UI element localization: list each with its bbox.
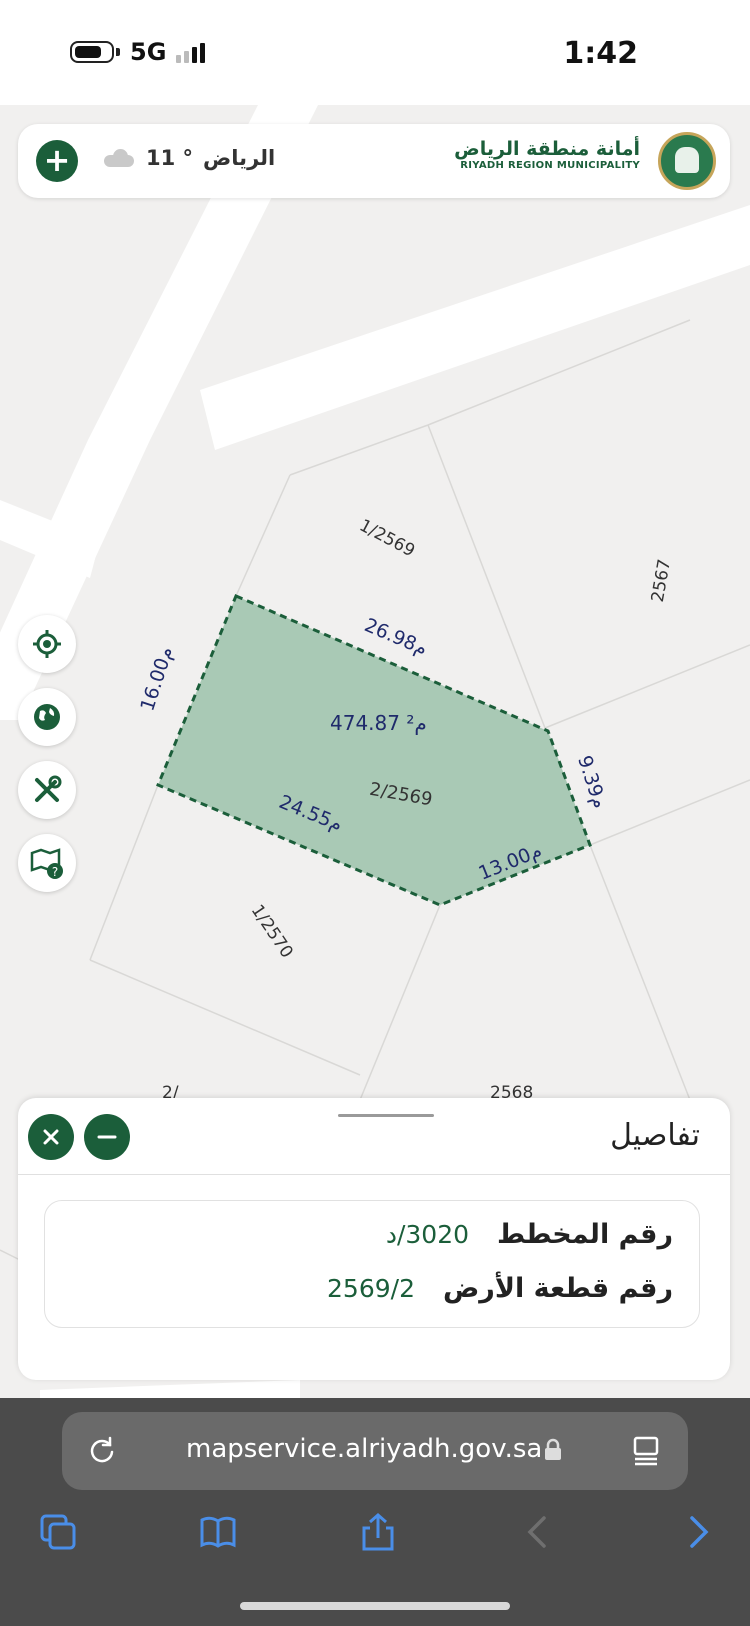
status-bar: 5G 1:42	[0, 0, 750, 105]
tabs-icon[interactable]	[38, 1512, 78, 1552]
globe-icon	[34, 704, 60, 730]
road-northeast	[200, 205, 750, 450]
weather-widget: 11 ° الرياض	[102, 146, 275, 170]
plot-row: رقم قطعة الأرض 2569/2	[327, 1273, 673, 1304]
url-text: mapservice.alriyadh.gov.sa	[186, 1434, 543, 1464]
cloud-icon	[102, 149, 136, 167]
network-type: 5G	[130, 38, 167, 66]
minimize-button[interactable]	[84, 1114, 130, 1160]
dim-right: 9.39م	[573, 753, 611, 811]
browser-chrome: mapservice.alriyadh.gov.sa	[0, 1398, 750, 1626]
tools-icon	[35, 775, 62, 802]
forward-icon[interactable]	[678, 1512, 718, 1552]
municipality-logo	[658, 132, 716, 190]
brand-name-ar: أمانة منطقة الرياض	[454, 138, 640, 160]
battery-cap	[116, 48, 120, 56]
details-sheet: تفاصيل رقم المخطط 3020/د رقم قطعة الأرض …	[18, 1098, 730, 1380]
brand-name-en: RIYADH REGION MUNICIPALITY	[460, 160, 640, 171]
add-button[interactable]: +	[36, 140, 78, 182]
brand: أمانة منطقة الرياض RIYADH REGION MUNICIP…	[454, 138, 640, 171]
close-button[interactable]	[28, 1114, 74, 1160]
app-header: + 11 ° الرياض أمانة منطقة الرياض RIYADH …	[18, 124, 730, 198]
map-help-button[interactable]: ?	[18, 834, 76, 892]
bookmarks-icon[interactable]	[198, 1512, 238, 1552]
map-help-icon: ?	[30, 848, 63, 879]
label-east: 2567	[648, 558, 675, 604]
plan-row: رقم المخطط 3020/د	[386, 1219, 673, 1250]
clock: 1:42	[563, 36, 638, 71]
back-icon[interactable]	[518, 1512, 558, 1552]
plot-label: رقم قطعة الأرض	[442, 1273, 673, 1304]
reader-icon[interactable]	[630, 1434, 662, 1466]
signal-icon	[176, 41, 206, 63]
label-south: 1/2570	[247, 901, 297, 962]
sheet-handle[interactable]	[338, 1114, 434, 1117]
close-icon	[43, 1129, 59, 1145]
plot-value: 2569/2	[327, 1274, 415, 1303]
details-card: رقم المخطط 3020/د رقم قطعة الأرض 2569/2	[44, 1200, 700, 1328]
share-icon[interactable]	[358, 1512, 398, 1552]
temperature: 11 °	[146, 146, 194, 170]
address-bar[interactable]: mapservice.alriyadh.gov.sa	[62, 1412, 688, 1490]
basemap-button[interactable]	[18, 688, 76, 746]
reload-icon[interactable]	[86, 1434, 118, 1466]
tools-button[interactable]	[18, 761, 76, 819]
status-indicators: 5G	[70, 38, 206, 66]
sheet-title: تفاصيل	[610, 1118, 700, 1153]
home-indicator[interactable]	[240, 1602, 510, 1610]
locate-button[interactable]	[18, 615, 76, 673]
road-diagonal-lower	[0, 440, 150, 720]
svg-text:?: ?	[52, 865, 58, 879]
battery-icon	[70, 41, 114, 63]
dim-left: 16.00م	[136, 644, 177, 714]
lock-icon	[545, 1438, 561, 1460]
sheet-divider	[18, 1174, 730, 1175]
label-north: 1/2569	[356, 516, 418, 562]
crosshair-icon	[33, 630, 61, 658]
city-name: الرياض	[203, 146, 276, 170]
parcel-area: 474.87 م²	[330, 711, 427, 735]
plan-label: رقم المخطط	[497, 1219, 673, 1250]
minus-icon	[97, 1135, 117, 1139]
plan-value: 3020/د	[385, 1220, 470, 1249]
